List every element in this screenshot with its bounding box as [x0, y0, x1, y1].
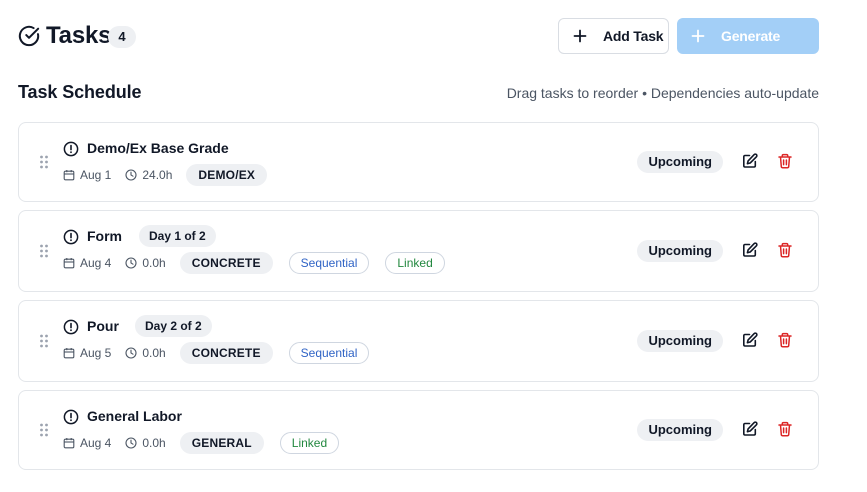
edit-icon[interactable]: [742, 242, 758, 258]
task-card[interactable]: Demo/Ex Base Grade Aug 1 24.0h DEMO/EX Upcom…: [18, 122, 819, 202]
section-title: Task Schedule: [18, 82, 142, 102]
status-badge: Upcoming: [637, 330, 723, 352]
task-hours: 0.0h: [142, 436, 166, 450]
task-meta: Aug 4 0.0h CONCRETE Sequential Linked: [63, 252, 461, 274]
task-name: Demo/Ex Base Grade: [87, 140, 229, 156]
linked-badge: Linked: [279, 432, 340, 454]
task-card[interactable]: General Labor Aug 4 0.0h GENERAL Linked Upcom…: [18, 390, 819, 470]
category-badge: CONCRETE: [179, 342, 273, 364]
trash-icon[interactable]: [777, 153, 793, 169]
clock-icon: [125, 437, 137, 449]
check-circle-icon: [18, 25, 40, 47]
task-meta: Aug 1 24.0h DEMO/EX: [63, 164, 283, 186]
sequential-badge: Sequential: [288, 342, 370, 364]
page-title: Tasks: [46, 22, 112, 49]
task-date: Aug 5: [80, 346, 112, 360]
status-badge: Upcoming: [637, 419, 723, 441]
task-hours: 0.0h: [142, 256, 166, 270]
category-badge: GENERAL: [179, 432, 264, 454]
alert-circle-icon: [63, 319, 79, 335]
task-name: Form: [87, 228, 122, 244]
alert-circle-icon: [63, 409, 79, 425]
clock-icon: [125, 169, 137, 181]
task-name: Pour: [87, 318, 119, 334]
task-card[interactable]: Pour Day 2 of 2 Aug 5 0.0h CONCRETE Sequentia…: [18, 300, 819, 382]
calendar-icon: [63, 348, 75, 359]
category-badge: CONCRETE: [179, 252, 273, 274]
task-meta: Aug 5 0.0h CONCRETE Sequential: [63, 342, 385, 364]
plus-icon: [573, 29, 587, 43]
task-date: Aug 4: [80, 256, 112, 270]
grip-icon[interactable]: [39, 423, 49, 437]
edit-icon[interactable]: [742, 421, 758, 437]
task-date: Aug 4: [80, 436, 112, 450]
day-badge: Day 1 of 2: [139, 225, 216, 247]
task-hours: 24.0h: [142, 168, 173, 182]
trash-icon[interactable]: [777, 332, 793, 348]
plus-icon: [691, 29, 705, 43]
status-badge: Upcoming: [637, 151, 723, 173]
task-date: Aug 1: [80, 168, 112, 182]
linked-badge: Linked: [385, 252, 445, 274]
trash-icon[interactable]: [777, 421, 793, 437]
status-badge: Upcoming: [637, 240, 723, 262]
calendar-icon: [63, 438, 75, 449]
clock-icon: [125, 257, 137, 269]
task-name: General Labor: [87, 408, 182, 424]
alert-circle-icon: [63, 141, 79, 157]
add-task-label: Add Task: [603, 28, 664, 44]
grip-icon[interactable]: [39, 244, 49, 258]
sequential-badge: Sequential: [288, 252, 370, 274]
grip-icon[interactable]: [39, 334, 49, 348]
calendar-icon: [63, 258, 75, 269]
add-task-button[interactable]: Add Task: [558, 18, 669, 54]
edit-icon[interactable]: [742, 153, 758, 169]
category-badge: DEMO/EX: [186, 164, 268, 186]
day-badge: Day 2 of 2: [135, 315, 212, 337]
clock-icon: [125, 347, 137, 359]
trash-icon[interactable]: [777, 242, 793, 258]
task-card[interactable]: Form Day 1 of 2 Aug 4 0.0h CONCRETE Sequentia…: [18, 210, 819, 292]
alert-circle-icon: [63, 229, 79, 245]
grip-icon[interactable]: [39, 155, 49, 169]
page-header: Tasks 4 Add Task Generate Tasks: [18, 18, 819, 80]
task-hours: 0.0h: [142, 346, 166, 360]
task-meta: Aug 4 0.0h GENERAL Linked: [63, 432, 355, 454]
calendar-icon: [63, 170, 75, 181]
generate-tasks-label: Generate Tasks: [721, 28, 781, 80]
task-count-badge: 4: [108, 26, 136, 48]
edit-icon[interactable]: [742, 332, 758, 348]
generate-tasks-button[interactable]: Generate Tasks: [677, 18, 819, 80]
section-hint: Drag tasks to reorder • Dependencies aut…: [506, 85, 819, 101]
